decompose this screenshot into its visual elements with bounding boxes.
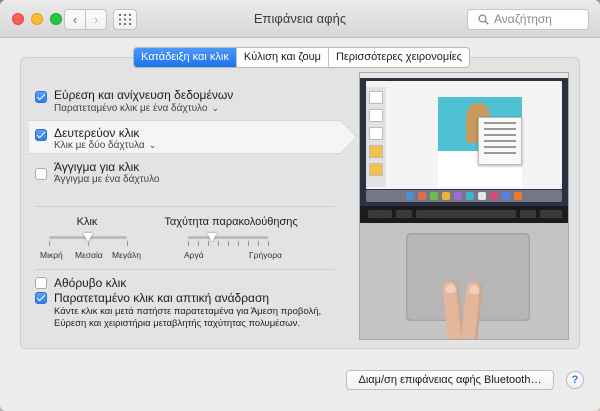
preferences-window: ‹ › Επιφάνεια αφής Αναζήτηση Κατάδειξη κ… xyxy=(0,0,600,411)
settings-panel: Εύρεση και ανίχνευση δεδομένων Παρατεταμ… xyxy=(20,57,580,349)
divider xyxy=(35,269,335,270)
tap-to-click-label: Άγγιγμα για κλικ xyxy=(54,160,140,174)
force-click-checkbox[interactable] xyxy=(35,292,47,304)
silent-click-checkbox[interactable] xyxy=(35,277,47,289)
tracking-tick-slow: Αργά xyxy=(184,250,204,260)
secondary-click-checkbox[interactable] xyxy=(35,129,47,141)
secondary-click-label: Δευτερεύον κλικ xyxy=(54,126,140,140)
divider xyxy=(35,206,335,207)
setup-bluetooth-trackpad-button[interactable]: Διαμ/ση επιφάνειας αφής Bluetooth… xyxy=(346,370,554,390)
tap-to-click-checkbox[interactable] xyxy=(35,168,47,180)
lookup-checkbox[interactable] xyxy=(35,91,47,103)
click-tick-light: Μικρή xyxy=(40,250,63,260)
preview-keyboard xyxy=(360,206,568,223)
preview-dock xyxy=(366,190,562,202)
silent-click-label: Αθόρυβο κλικ xyxy=(54,276,127,290)
search-placeholder: Αναζήτηση xyxy=(494,12,552,26)
lookup-gesture-popup[interactable]: Παρατεταμένο κλικ με ένα δάχτυλο ⌄ xyxy=(54,103,219,114)
secondary-click-popup[interactable]: Κλικ με δύο δάχτυλα ⌄ xyxy=(54,140,156,151)
tracking-tick-fast: Γρήγορα xyxy=(249,250,282,260)
tab-scroll-and-zoom[interactable]: Κύλιση και ζουμ xyxy=(237,48,329,67)
tab-bar: Κατάδειξη και κλικ Κύλιση και ζουμ Περισ… xyxy=(133,47,470,68)
lookup-label: Εύρεση και ανίχνευση δεδομένων xyxy=(54,88,234,102)
preview-trackpad-area xyxy=(360,223,568,339)
tracking-slider-track[interactable] xyxy=(188,236,268,239)
tracking-slider-title: Ταχύτητα παρακολούθησης xyxy=(164,216,298,228)
chevron-down-icon: ⌄ xyxy=(211,103,220,113)
search-icon xyxy=(478,14,489,25)
tab-point-and-click[interactable]: Κατάδειξη και κλικ xyxy=(134,48,237,67)
tracking-slider-knob[interactable] xyxy=(207,233,217,242)
click-tick-firm: Μεγάλη xyxy=(112,250,142,260)
search-field[interactable]: Αναζήτηση xyxy=(467,9,589,30)
click-tick-medium: Μεσαία xyxy=(75,250,103,260)
tab-more-gestures[interactable]: Περισσότερες χειρονομίες xyxy=(329,48,469,67)
gesture-preview-video xyxy=(359,72,569,340)
click-slider-knob[interactable] xyxy=(83,233,93,242)
click-slider-title: Κλικ xyxy=(76,216,98,228)
title-bar: ‹ › Επιφάνεια αφής Αναζήτηση xyxy=(0,0,600,38)
force-click-description: Κάντε κλικ και μετά πατήστε παρατεταμένα… xyxy=(54,306,322,329)
preview-context-menu xyxy=(478,117,522,165)
force-click-label: Παρατεταμένο κλικ και απτική ανάδραση xyxy=(54,291,270,305)
tap-to-click-sub: Άγγιγμα με ένα δάχτυλο xyxy=(54,174,160,185)
help-button[interactable]: ? xyxy=(566,371,584,389)
chevron-down-icon: ⌄ xyxy=(148,140,157,150)
preview-laptop-screen xyxy=(360,73,568,206)
preview-document xyxy=(366,81,562,189)
